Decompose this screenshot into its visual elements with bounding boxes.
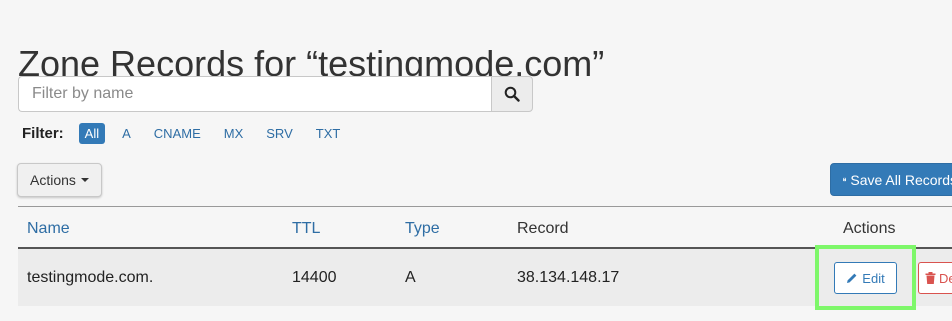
column-header-name[interactable]: Name bbox=[27, 219, 70, 239]
edit-button-label: Edit bbox=[862, 270, 885, 286]
table-top-divider bbox=[18, 206, 952, 207]
delete-button[interactable]: Delete bbox=[918, 262, 952, 294]
search-button[interactable] bbox=[491, 76, 533, 112]
column-header-actions: Actions bbox=[843, 220, 896, 237]
filter-label: Filter: bbox=[22, 124, 64, 142]
filter-bar: Filter: All A CNAME MX SRV TXT bbox=[22, 121, 357, 145]
filter-option-a[interactable]: A bbox=[116, 123, 137, 144]
column-header-type[interactable]: Type bbox=[405, 219, 440, 239]
delete-button-label: Delete bbox=[939, 270, 952, 286]
caret-down-icon bbox=[80, 178, 89, 182]
actions-dropdown-label: Actions bbox=[30, 172, 76, 188]
save-all-records-button[interactable]: Save All Records bbox=[830, 163, 952, 196]
search-input[interactable] bbox=[18, 76, 492, 112]
record-name-cell: testingmode.com. bbox=[27, 269, 154, 286]
filter-option-mx[interactable]: MX bbox=[218, 123, 250, 144]
column-header-ttl[interactable]: TTL bbox=[292, 219, 320, 239]
filter-option-srv[interactable]: SRV bbox=[260, 123, 299, 144]
record-type-cell: A bbox=[405, 269, 416, 286]
floppy-disk-icon bbox=[843, 177, 847, 182]
search-group bbox=[18, 76, 533, 112]
record-value-cell: 38.134.148.17 bbox=[517, 269, 620, 286]
edit-button[interactable]: Edit bbox=[834, 262, 897, 294]
column-header-record: Record bbox=[517, 220, 569, 237]
record-ttl-cell: 14400 bbox=[292, 269, 337, 286]
filter-option-cname[interactable]: CNAME bbox=[148, 123, 207, 144]
actions-dropdown-button[interactable]: Actions bbox=[17, 163, 102, 197]
filter-option-all[interactable]: All bbox=[78, 122, 106, 144]
pencil-icon bbox=[847, 273, 857, 283]
save-all-records-label: Save All Records bbox=[850, 171, 952, 188]
table-row bbox=[18, 249, 952, 306]
search-icon bbox=[504, 86, 520, 102]
trash-icon bbox=[925, 272, 936, 284]
filter-option-txt[interactable]: TXT bbox=[310, 123, 347, 144]
